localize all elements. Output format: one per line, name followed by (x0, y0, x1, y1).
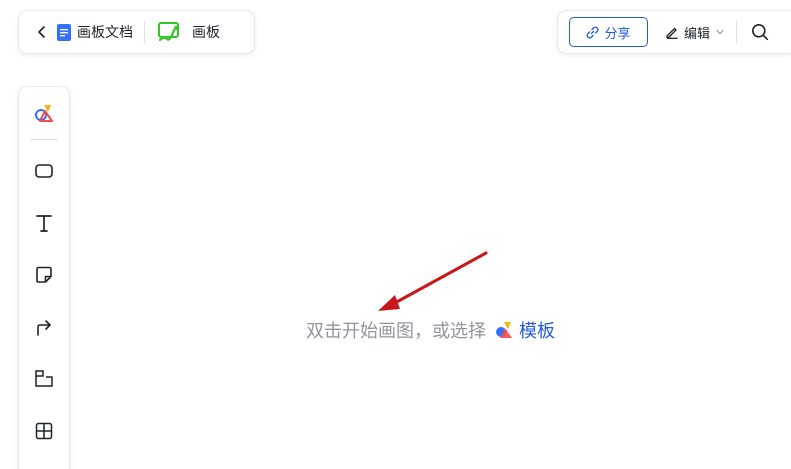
tool-rail (18, 86, 70, 469)
top-toolbar: 分享 编辑 (557, 10, 791, 54)
tool-table[interactable] (26, 413, 62, 449)
tool-rectangle[interactable] (26, 153, 62, 189)
tool-shapes-template[interactable] (26, 95, 62, 131)
tool-connector[interactable] (26, 309, 62, 345)
edit-mode-button[interactable]: 编辑 (665, 23, 724, 42)
annotation-arrow-icon (378, 251, 488, 311)
back-button[interactable] (27, 10, 57, 54)
whiteboard-title: 画板 (192, 25, 220, 41)
breadcrumb-divider (144, 21, 145, 43)
template-link[interactable]: 模板 (519, 317, 555, 343)
breadcrumb-card: 画板文档 画板 (18, 10, 255, 54)
hint-text: 双击开始画图，或选择 (306, 321, 486, 342)
text-icon (36, 215, 52, 232)
shapes-icon (35, 105, 53, 122)
tool-sticky-note[interactable] (26, 257, 62, 293)
search-icon (752, 24, 769, 41)
table-icon (35, 422, 53, 440)
whiteboard-canvas[interactable]: 画板文档 画板 分享 编辑 双击开始画图，或选择 模板 (0, 0, 791, 469)
rail-divider (30, 139, 58, 140)
chevron-down-icon (716, 29, 724, 35)
tool-frame[interactable] (26, 361, 62, 397)
toolbar-divider (736, 21, 738, 43)
share-button[interactable]: 分享 (569, 17, 648, 47)
sticky-note-icon (36, 266, 52, 283)
frame-icon (35, 370, 53, 387)
share-label: 分享 (604, 26, 631, 42)
rectangle-icon (35, 164, 53, 178)
document-title[interactable]: 画板文档 (77, 22, 133, 42)
search-button[interactable] (751, 23, 769, 41)
tool-text[interactable] (26, 205, 62, 241)
canvas-empty-hint: 双击开始画图，或选择 模板 (306, 317, 555, 343)
link-icon (587, 26, 599, 38)
whiteboard-icon (157, 21, 181, 43)
connector-icon (37, 320, 51, 336)
edit-label: 编辑 (684, 26, 711, 42)
pen-icon (666, 27, 678, 39)
template-shapes-icon (494, 320, 514, 340)
chevron-left-icon (38, 26, 45, 38)
document-icon (57, 23, 71, 41)
